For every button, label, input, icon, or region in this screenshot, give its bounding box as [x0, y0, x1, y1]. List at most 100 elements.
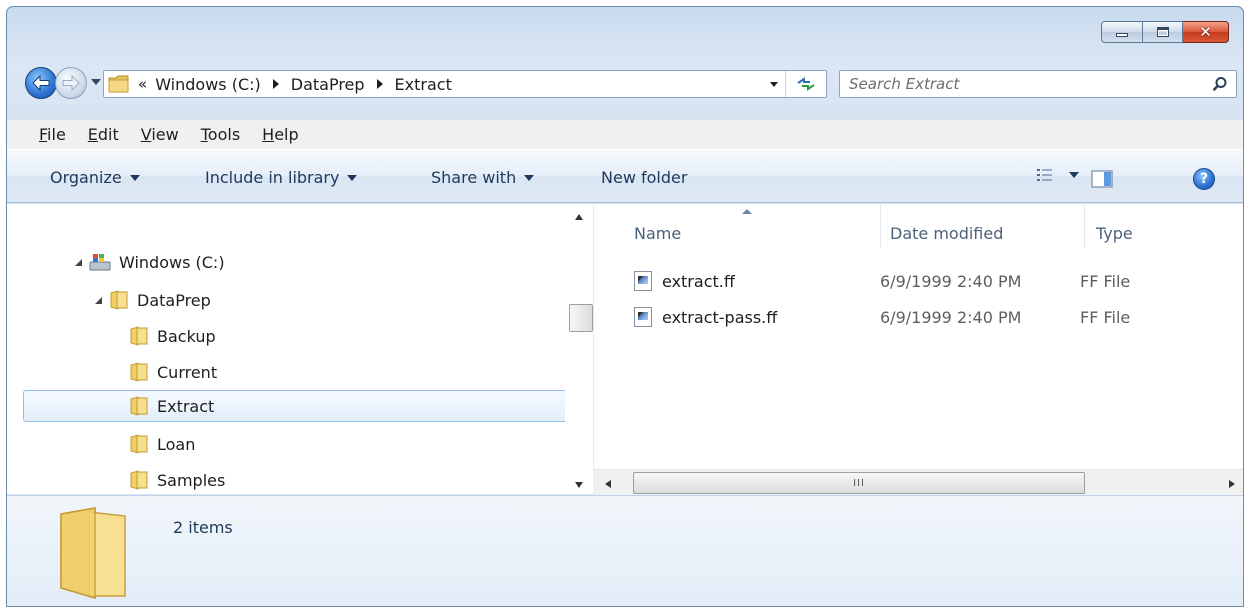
scroll-right-icon[interactable] — [1229, 480, 1235, 488]
breadcrumb-overflow-button[interactable]: « — [138, 75, 147, 93]
scrollbar-thumb[interactable] — [569, 304, 593, 332]
menu-file[interactable]: File — [39, 125, 66, 144]
tree-item-samples[interactable]: Samples — [129, 464, 225, 494]
help-button[interactable]: ? — [1193, 168, 1215, 190]
new-folder-button[interactable]: New folder — [601, 168, 687, 187]
scrollbar-thumb[interactable]: III — [633, 472, 1085, 494]
drive-icon — [89, 254, 111, 271]
breadcrumb-dataprep[interactable]: DataPrep — [291, 75, 365, 94]
file-row-extract-pass[interactable]: extract-pass.ff 6/9/1999 2:40 PM FF File — [634, 302, 1234, 332]
navigation-pane: Windows (C:) DataPrep Backup Current Ext… — [7, 204, 593, 494]
preview-pane-icon — [1091, 170, 1113, 188]
include-in-library-label: Include in library — [205, 168, 340, 187]
tree-item-label: Extract — [157, 396, 215, 416]
folder-icon — [130, 362, 148, 382]
folder-icon — [110, 290, 128, 310]
menu-tools[interactable]: Tools — [201, 125, 240, 144]
breadcrumb-windows-c[interactable]: Windows (C:) — [155, 75, 261, 94]
item-count: 2 items — [173, 518, 233, 537]
file-name: extract.ff — [662, 271, 735, 291]
maximize-button[interactable] — [1143, 21, 1183, 43]
file-date-modified: 6/9/1999 2:40 PM — [880, 307, 1022, 327]
chevron-down-icon — [524, 174, 535, 181]
close-icon: ✕ — [1199, 22, 1212, 41]
column-divider[interactable] — [1084, 204, 1085, 248]
column-header-type[interactable]: Type — [1096, 224, 1133, 243]
preview-pane-button[interactable] — [1091, 170, 1113, 192]
folder-icon — [130, 396, 148, 416]
tree-item-label: Backup — [157, 326, 216, 346]
folder-icon — [130, 470, 148, 490]
menu-bar: File Edit View Tools Help — [7, 119, 1243, 149]
tree-item-backup[interactable]: Backup — [129, 320, 216, 352]
sort-ascending-icon — [742, 209, 752, 214]
include-in-library-button[interactable]: Include in library — [205, 168, 358, 187]
tree-item-loan[interactable]: Loan — [129, 428, 195, 460]
breadcrumb-separator-icon[interactable] — [272, 79, 279, 89]
expanded-arrow-icon[interactable] — [95, 296, 102, 304]
organize-button[interactable]: Organize — [50, 168, 140, 187]
recent-pages-dropdown[interactable] — [91, 79, 101, 85]
minimize-button[interactable] — [1101, 21, 1143, 43]
forward-button[interactable] — [55, 67, 87, 99]
maximize-icon — [1156, 27, 1169, 37]
new-folder-label: New folder — [601, 168, 688, 187]
search-input[interactable]: Search Extract — [849, 75, 959, 93]
tree-item-label: DataPrep — [137, 290, 211, 310]
navigation-scrollbar[interactable] — [565, 204, 593, 494]
help-icon: ? — [1199, 171, 1209, 187]
folder-icon — [130, 434, 148, 454]
address-bar[interactable]: « Windows (C:) DataPrep Extract — [103, 70, 827, 98]
back-arrow-icon — [32, 75, 50, 91]
search-box[interactable]: Search Extract — [839, 70, 1237, 98]
expanded-arrow-icon[interactable] — [75, 258, 82, 266]
file-row-extract[interactable]: extract.ff 6/9/1999 2:40 PM FF File — [634, 266, 1234, 296]
chevron-down-icon — [1069, 172, 1079, 178]
tree-item-dataprep[interactable]: DataPrep — [95, 284, 211, 316]
minimize-icon — [1116, 33, 1128, 37]
close-button[interactable]: ✕ — [1183, 21, 1229, 43]
file-name: extract-pass.ff — [662, 307, 778, 327]
window-controls: ✕ — [1101, 21, 1229, 43]
breadcrumb-extract[interactable]: Extract — [395, 75, 452, 94]
scroll-up-icon[interactable] — [575, 214, 583, 220]
tree-item-windows-c[interactable]: Windows (C:) — [75, 246, 225, 278]
tree-item-label: Samples — [157, 470, 226, 490]
scroll-down-icon[interactable] — [575, 482, 583, 488]
forward-arrow-icon — [62, 75, 80, 91]
file-icon — [634, 271, 652, 291]
share-with-button[interactable]: Share with — [431, 168, 535, 187]
scroll-left-icon[interactable] — [605, 480, 611, 488]
tree-item-label: Current — [157, 362, 218, 382]
address-divider — [785, 71, 786, 97]
refresh-icon — [797, 77, 815, 91]
refresh-button[interactable] — [794, 74, 818, 94]
back-button[interactable] — [25, 67, 57, 99]
chevron-down-icon — [347, 174, 358, 181]
file-icon — [634, 307, 652, 327]
breadcrumb-separator-icon[interactable] — [376, 79, 383, 89]
column-header-name[interactable]: Name — [634, 224, 681, 243]
folder-icon — [108, 75, 129, 93]
explorer-window: ✕ « Windows (C:) DataPrep Extract Search… — [6, 6, 1244, 607]
tree-item-label: Loan — [157, 434, 196, 454]
large-folder-icon — [60, 507, 126, 600]
chevron-down-icon — [129, 174, 140, 181]
column-divider[interactable] — [880, 204, 881, 248]
change-view-button[interactable] — [1037, 168, 1079, 182]
file-list-horizontal-scrollbar[interactable]: III — [593, 469, 1243, 495]
menu-edit[interactable]: Edit — [88, 125, 119, 144]
file-type: FF File — [1080, 307, 1131, 327]
search-icon[interactable] — [1212, 76, 1228, 92]
menu-help[interactable]: Help — [262, 125, 298, 144]
file-type: FF File — [1080, 271, 1131, 291]
tree-item-current[interactable]: Current — [129, 356, 217, 388]
tree-item-extract[interactable]: Extract — [23, 390, 567, 422]
file-list-pane: Name Date modified Type extract.ff 6/9/1… — [593, 204, 1243, 494]
menu-view[interactable]: View — [141, 125, 179, 144]
address-dropdown-icon[interactable] — [770, 82, 778, 87]
details-pane: 2 items — [7, 495, 1243, 606]
column-header-date-modified[interactable]: Date modified — [890, 224, 1003, 243]
share-with-label: Share with — [431, 168, 517, 187]
tree-item-label: Windows (C:) — [119, 252, 225, 272]
